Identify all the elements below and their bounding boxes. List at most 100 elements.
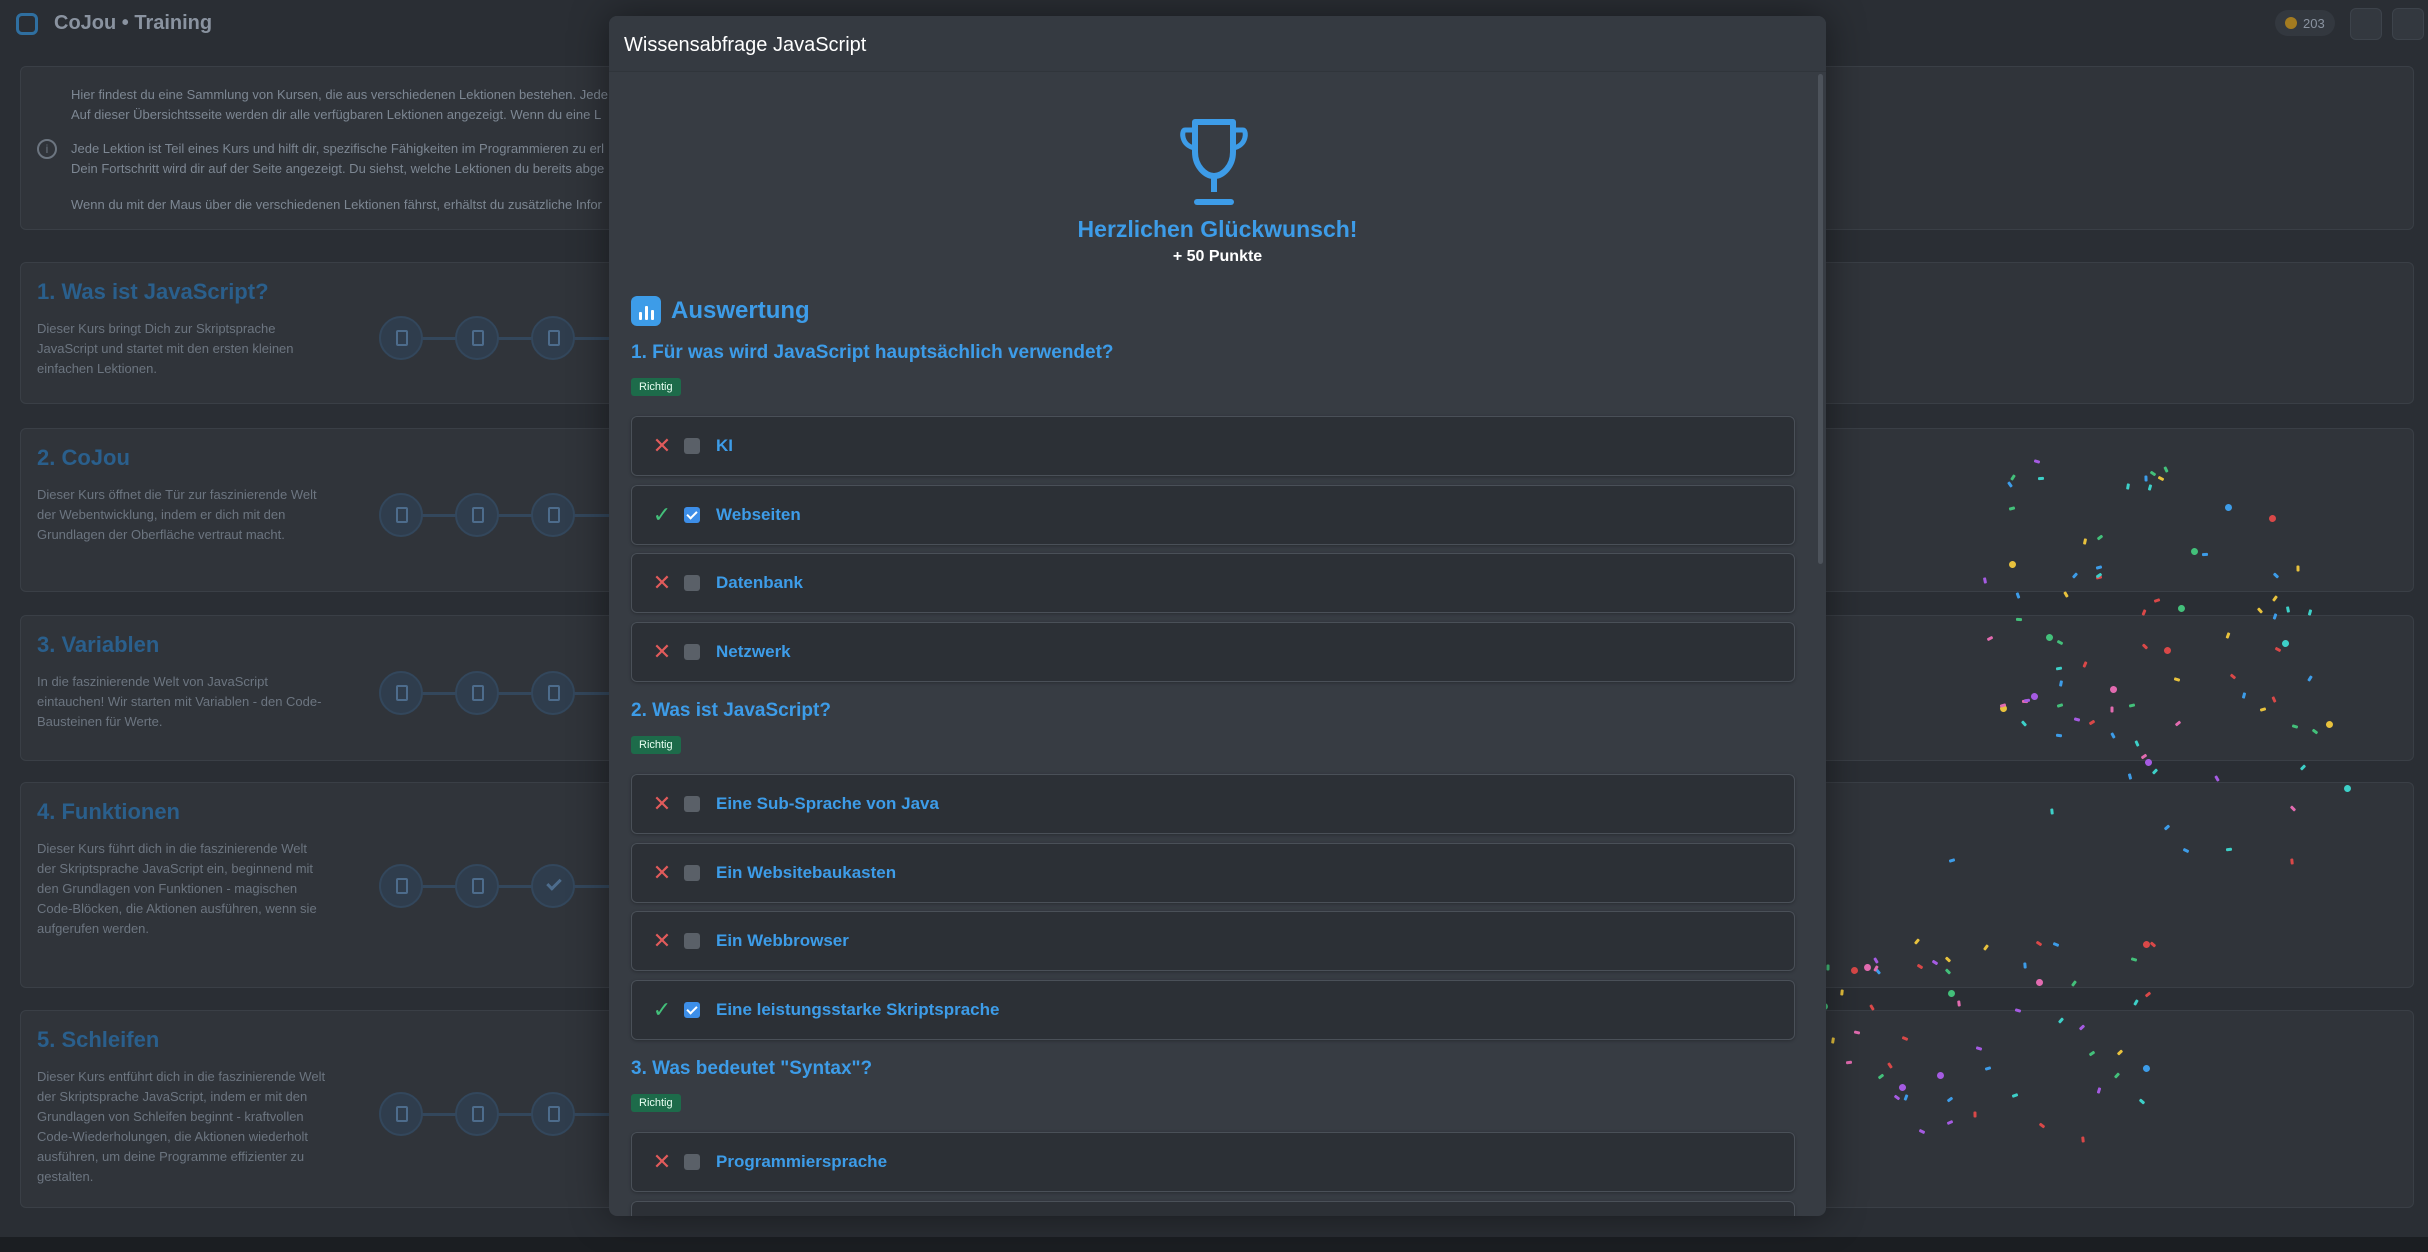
points-badge: 203 — [2275, 10, 2335, 36]
earned-points: + 50 Punkte — [1172, 248, 1263, 265]
lesson-node[interactable] — [455, 316, 499, 360]
check-icon: ✓ — [652, 997, 672, 1022]
answer-option[interactable]: ✕ Eine Sub-Sprache von Java — [631, 774, 1795, 834]
brand[interactable]: CoJou • Training — [16, 12, 212, 35]
document-icon — [472, 330, 484, 346]
confetti-piece — [2296, 565, 2300, 572]
course-description: Dieser Kurs bringt Dich zur Skriptsprach… — [37, 321, 294, 376]
confetti-piece — [2055, 733, 2063, 738]
lesson-node[interactable] — [379, 316, 423, 360]
lesson-node[interactable] — [379, 864, 423, 908]
bottom-strip — [0, 1237, 2428, 1252]
confetti-piece — [2177, 604, 2186, 613]
cross-icon: ✕ — [652, 860, 672, 885]
info-line: Jede Lektion ist Teil eines Kurs und hil… — [71, 141, 605, 156]
course-title: 5. Schleifen — [37, 1027, 160, 1052]
lesson-node[interactable] — [379, 493, 423, 537]
lesson-node-completed[interactable] — [531, 864, 575, 908]
brand-logo-icon — [16, 12, 38, 35]
answer-label: Eine Sub-Sprache von Java — [716, 794, 939, 813]
lesson-node[interactable] — [531, 493, 575, 537]
answer-checkbox[interactable] — [684, 865, 700, 881]
confetti-piece — [1840, 989, 1844, 996]
answer-option[interactable]: ✕ KI — [631, 416, 1795, 476]
lesson-path-line — [401, 692, 611, 695]
cross-icon: ✕ — [652, 791, 672, 816]
answer-option[interactable]: ✓ Eine leistungsstarke Skriptsprache — [631, 980, 1795, 1040]
info-line: Auf dieser Übersichtsseite werden dir al… — [71, 107, 602, 122]
confetti-piece — [2271, 595, 2279, 602]
confetti-piece — [2214, 775, 2220, 782]
answer-checkbox[interactable] — [684, 1002, 700, 1018]
lesson-path-line — [401, 1113, 611, 1116]
confetti-piece — [2151, 768, 2159, 775]
lesson-node[interactable] — [531, 316, 575, 360]
document-icon — [396, 1106, 408, 1122]
answer-label: KI — [716, 436, 733, 455]
confetti-piece — [2201, 552, 2209, 557]
answer-option[interactable]: ✕ Ein Webbrowser — [631, 911, 1795, 971]
answer-checkbox[interactable] — [684, 796, 700, 812]
answer-checkbox[interactable] — [684, 438, 700, 454]
congrats-heading: Herzlichen Glückwunsch! — [1077, 216, 1358, 242]
confetti-piece — [2081, 1136, 2085, 1143]
document-icon — [472, 1106, 484, 1122]
answer-option[interactable]: ✓ Webseiten — [631, 485, 1795, 545]
lesson-node[interactable] — [531, 671, 575, 715]
home-button[interactable] — [2350, 8, 2382, 40]
confetti-piece — [2144, 758, 2153, 767]
answer-label: Webseiten — [716, 505, 801, 524]
confetti-piece — [2127, 773, 2133, 780]
points-count: 203 — [2303, 15, 2325, 31]
course-description: Dieser Kurs führt dich in die fasziniere… — [37, 841, 317, 936]
lesson-node[interactable] — [455, 1092, 499, 1136]
cross-icon: ✕ — [652, 928, 672, 953]
lesson-node[interactable] — [379, 1092, 423, 1136]
cross-icon: ✕ — [652, 639, 672, 664]
document-icon — [396, 878, 408, 894]
lesson-node[interactable] — [455, 493, 499, 537]
answer-checkbox[interactable] — [684, 933, 700, 949]
confetti-piece — [2050, 808, 2054, 815]
modal-title: Wissensabfrage JavaScript — [624, 34, 867, 56]
coin-icon — [2285, 17, 2297, 29]
lesson-node[interactable] — [531, 1092, 575, 1136]
course-title: 1. Was ist JavaScript? — [37, 279, 269, 304]
lesson-path-line — [401, 885, 611, 888]
lesson-node[interactable] — [379, 671, 423, 715]
evaluation-header: Auswertung — [631, 296, 810, 326]
course-title: 4. Funktionen — [37, 799, 180, 824]
modal-scrollbar[interactable] — [1818, 74, 1823, 564]
document-icon — [472, 685, 484, 701]
confetti-piece — [1973, 1111, 1977, 1118]
answer-checkbox[interactable] — [684, 575, 700, 591]
status-badge: Richtig — [631, 736, 681, 754]
answer-checkbox[interactable] — [684, 1154, 700, 1170]
question-text: 1. Für was wird JavaScript hauptsächlich… — [631, 342, 1114, 363]
confetti-piece — [2133, 999, 2139, 1006]
brand-name: CoJou • Training — [54, 12, 213, 34]
info-line: Wenn du mit der Maus über die verschiede… — [71, 197, 602, 212]
lesson-path-line — [401, 337, 611, 340]
answer-option[interactable]: ✕ Programmiersprache — [631, 1132, 1795, 1192]
lesson-node[interactable] — [455, 671, 499, 715]
confetti-piece — [2037, 476, 2045, 481]
lesson-node[interactable] — [455, 864, 499, 908]
answer-option[interactable]: ✕ Netzwerk — [631, 622, 1795, 682]
cross-icon: ✕ — [652, 1149, 672, 1174]
quiz-result-modal: Wissensabfrage JavaScript Herzlichen Glü… — [609, 16, 1826, 1216]
answer-option[interactable]: ✕ Ein Websitebaukasten — [631, 843, 1795, 903]
document-icon — [472, 878, 484, 894]
course-title: 2. CoJou — [37, 445, 130, 470]
confetti-piece — [2023, 962, 2027, 969]
answer-checkbox[interactable] — [684, 644, 700, 660]
document-icon — [396, 330, 408, 346]
confetti-piece — [2015, 592, 2021, 599]
avatar[interactable] — [2392, 8, 2424, 40]
answer-option[interactable]: ✕ Datenbank — [631, 553, 1795, 613]
course-description: In die faszinierende Welt von JavaScript… — [37, 674, 322, 729]
answer-checkbox[interactable] — [684, 507, 700, 523]
question-text: 3. Was bedeutet "Syntax"? — [631, 1058, 873, 1079]
evaluation-title: Auswertung — [671, 297, 810, 324]
answer-option[interactable]: ✕ — [631, 1201, 1795, 1216]
